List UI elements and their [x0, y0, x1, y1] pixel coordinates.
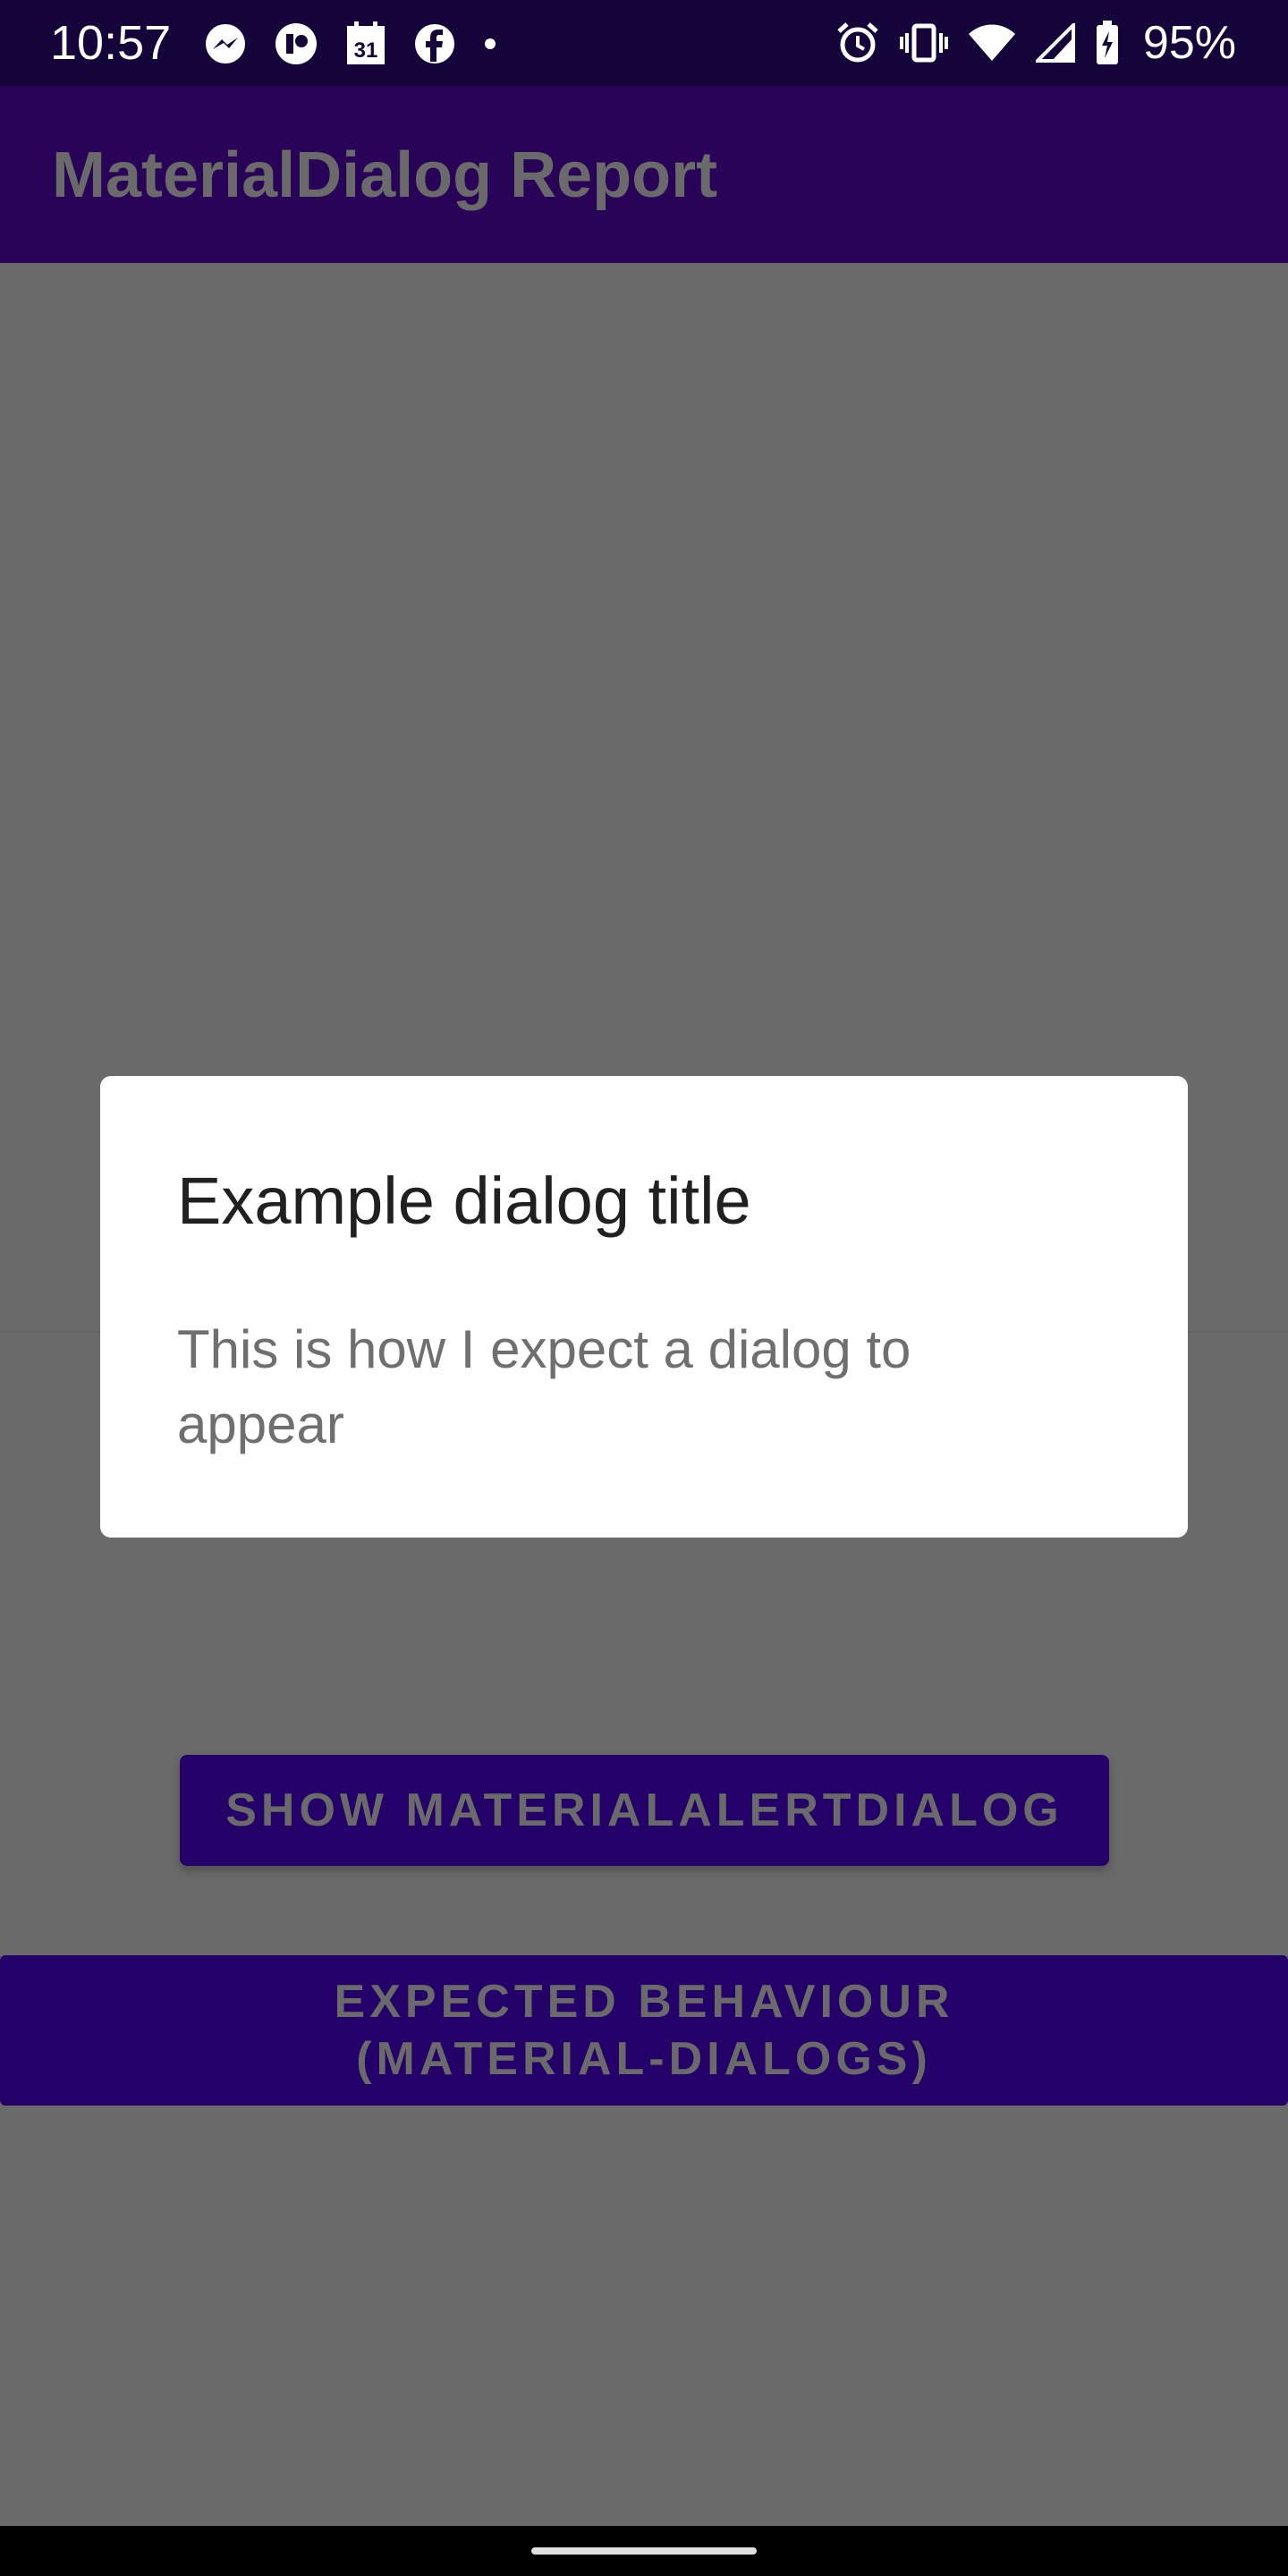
home-gesture-handle[interactable]: [531, 2547, 757, 2555]
calendar-icon: 31: [347, 21, 385, 64]
wifi-icon: [968, 24, 1015, 61]
calendar-day: 31: [354, 38, 378, 63]
alarm-icon: [837, 22, 878, 63]
vibrate-icon: [899, 23, 948, 63]
status-time: 10:57: [50, 16, 172, 70]
app-bar: MaterialDialog Report: [0, 86, 1288, 263]
battery-icon: [1096, 21, 1118, 64]
facebook-icon: [415, 24, 454, 64]
messenger-icon: [206, 24, 245, 64]
status-bar: 10:57 31 95%: [0, 0, 1288, 86]
notification-icons: 31: [204, 20, 497, 68]
dialog-message: This is how I expect a dialog to appear: [177, 1319, 911, 1454]
alert-dialog: Example dialog title This is how I expec…: [100, 1076, 1188, 1538]
show-materialalertdialog-button[interactable]: SHOW MATERIALALERTDIALOG: [180, 1755, 1109, 1866]
dialog-title: Example dialog title: [177, 1164, 751, 1238]
expected-behaviour-button[interactable]: EXPECTED BEHAVIOUR (MATERIAL-DIALOGS): [0, 1955, 1288, 2106]
system-icons: 95%: [835, 18, 1236, 68]
dot-icon: [485, 38, 496, 49]
app-icon: [275, 23, 317, 64]
signal-icon: [1035, 23, 1075, 63]
expected-behaviour-label-line1: EXPECTED BEHAVIOUR: [334, 1976, 954, 2028]
expected-behaviour-label-line2: (MATERIAL-DIALOGS): [356, 2033, 932, 2085]
app-title: MaterialDialog Report: [52, 140, 718, 211]
navigation-bar: [0, 2526, 1288, 2576]
battery-percent: 95%: [1142, 17, 1236, 69]
